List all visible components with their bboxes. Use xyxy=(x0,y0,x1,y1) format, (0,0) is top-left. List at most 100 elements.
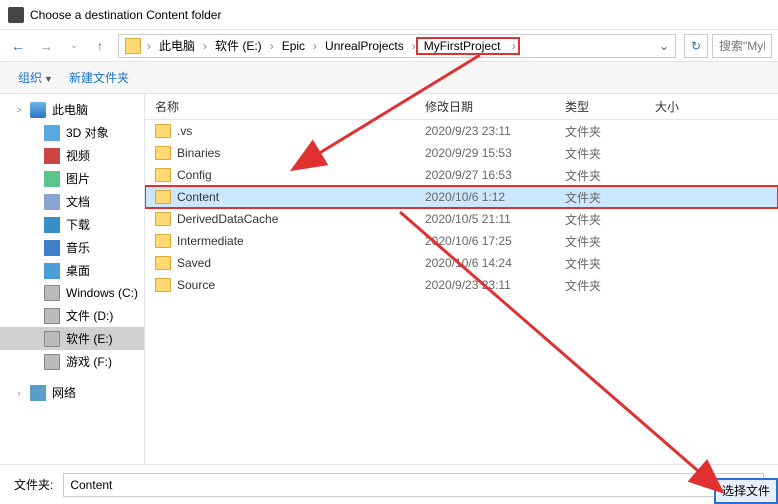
file-type: 文件夹 xyxy=(555,167,645,184)
folder-icon xyxy=(125,38,141,54)
sidebar-item-label: 文档 xyxy=(66,193,90,210)
file-date: 2020/9/23 23:11 xyxy=(415,278,555,292)
chevron-right-icon[interactable]: › xyxy=(510,39,518,53)
file-name: Source xyxy=(177,278,215,292)
recent-dropdown[interactable]: ⌄ xyxy=(62,34,86,58)
breadcrumb-highlight: MyFirstProject › xyxy=(416,37,520,55)
file-name: DerivedDataCache xyxy=(177,212,278,226)
expand-icon[interactable]: › xyxy=(14,388,24,398)
sidebar-item-label: 此电脑 xyxy=(52,101,88,118)
file-date: 2020/9/23 23:11 xyxy=(415,124,555,138)
music-icon xyxy=(44,240,60,256)
file-type: 文件夹 xyxy=(555,189,645,206)
sidebar-item[interactable]: 音乐 xyxy=(0,236,144,259)
file-type: 文件夹 xyxy=(555,145,645,162)
refresh-button[interactable]: ↻ xyxy=(684,34,708,58)
dl-icon xyxy=(44,217,60,233)
column-type[interactable]: 类型 xyxy=(555,98,645,115)
table-row[interactable]: Source 2020/9/23 23:11文件夹 xyxy=(145,274,778,296)
file-name: Content xyxy=(177,190,219,204)
sidebar-item-label: 下载 xyxy=(66,216,90,233)
sidebar-item[interactable]: 3D 对象 xyxy=(0,121,144,144)
expand-icon[interactable]: > xyxy=(14,105,24,115)
back-button[interactable]: ← xyxy=(6,34,30,58)
new-folder-button[interactable]: 新建文件夹 xyxy=(63,65,135,90)
window-title: Choose a destination Content folder xyxy=(30,8,221,22)
sidebar-item[interactable]: 视频 xyxy=(0,144,144,167)
sidebar-item[interactable]: 文档 xyxy=(0,190,144,213)
column-name[interactable]: 名称 xyxy=(145,98,415,115)
breadcrumb-item-current[interactable]: MyFirstProject xyxy=(418,39,507,53)
sidebar-item-label: 软件 (E:) xyxy=(66,330,113,347)
sidebar-item[interactable]: 软件 (E:) xyxy=(0,327,144,350)
folder-icon xyxy=(155,124,171,138)
video-icon xyxy=(44,148,60,164)
file-rows: .vs2020/9/23 23:11文件夹Binaries2020/9/29 1… xyxy=(145,120,778,464)
sidebar-item-label: 桌面 xyxy=(66,262,90,279)
drive-icon xyxy=(44,354,60,370)
breadcrumb-item[interactable]: Epic xyxy=(276,35,311,57)
search-input[interactable] xyxy=(712,34,772,58)
main-area: > 此电脑 3D 对象视频图片文档下载音乐桌面 Windows (C:) 文件 (D:)… xyxy=(0,94,778,464)
sidebar-item-label: 文件 (D:) xyxy=(66,307,113,324)
table-row[interactable]: Intermediate2020/10/6 17:25文件夹 xyxy=(145,230,778,252)
file-type: 文件夹 xyxy=(555,255,645,272)
breadcrumb-item[interactable]: UnrealProjects xyxy=(319,35,410,57)
pic-icon xyxy=(44,171,60,187)
drive-icon xyxy=(44,285,60,301)
sidebar-item-network[interactable]: ›网络 xyxy=(0,381,144,404)
folder-label: 文件夹: xyxy=(14,476,53,493)
up-button[interactable]: ↑ xyxy=(90,36,110,56)
chevron-right-icon[interactable]: › xyxy=(145,39,153,53)
column-size[interactable]: 大小 xyxy=(645,98,725,115)
forward-button[interactable]: → xyxy=(34,34,58,58)
file-name: .vs xyxy=(177,124,192,138)
select-folder-button[interactable]: 选择文件 xyxy=(714,478,778,504)
folder-icon xyxy=(155,146,171,160)
sidebar-item-label: 3D 对象 xyxy=(66,124,109,141)
desk-icon xyxy=(44,263,60,279)
breadcrumb-item[interactable]: 软件 (E:) xyxy=(209,35,268,57)
sidebar-item-label: 图片 xyxy=(66,170,90,187)
chevron-right-icon[interactable]: › xyxy=(201,39,209,53)
file-type: 文件夹 xyxy=(555,277,645,294)
sidebar-item[interactable]: 下载 xyxy=(0,213,144,236)
chevron-down-icon: ▼ xyxy=(44,74,53,84)
sidebar: > 此电脑 3D 对象视频图片文档下载音乐桌面 Windows (C:) 文件 (D:)… xyxy=(0,94,145,464)
breadcrumb[interactable]: › 此电脑 › 软件 (E:) › Epic › UnrealProjects … xyxy=(118,34,676,58)
folder-icon xyxy=(155,234,171,248)
sidebar-item[interactable]: 游戏 (F:) xyxy=(0,350,144,373)
file-date: 2020/10/6 14:24 xyxy=(415,256,555,270)
table-row[interactable]: .vs 2020/9/23 23:11文件夹 xyxy=(145,120,778,142)
sidebar-item-label: Windows (C:) xyxy=(66,286,138,300)
folder-input[interactable] xyxy=(63,473,764,497)
sidebar-item[interactable]: Windows (C:) xyxy=(0,282,144,304)
table-row[interactable]: Config2020/9/27 16:53文件夹 xyxy=(145,164,778,186)
file-type: 文件夹 xyxy=(555,123,645,140)
organize-button[interactable]: 组织▼ xyxy=(12,65,59,90)
sidebar-item[interactable]: 桌面 xyxy=(0,259,144,282)
chevron-right-icon[interactable]: › xyxy=(268,39,276,53)
cube-icon xyxy=(44,125,60,141)
doc-icon xyxy=(44,194,60,210)
breadcrumb-dropdown[interactable]: ⌄ xyxy=(655,39,673,53)
chevron-right-icon[interactable]: › xyxy=(311,39,319,53)
column-headers: 名称 修改日期 类型 大小 xyxy=(145,94,778,120)
file-name: Intermediate xyxy=(177,234,244,248)
table-row[interactable]: Binaries2020/9/29 15:53文件夹 xyxy=(145,142,778,164)
file-date: 2020/10/5 21:11 xyxy=(415,212,555,226)
sidebar-item[interactable]: > 此电脑 xyxy=(0,98,144,121)
bottom-bar: 文件夹: xyxy=(0,464,778,504)
title-bar: Choose a destination Content folder xyxy=(0,0,778,30)
table-row[interactable]: DerivedDataCache2020/10/5 21:11文件夹 xyxy=(145,208,778,230)
network-icon xyxy=(30,385,46,401)
table-row[interactable]: Saved2020/10/6 14:24文件夹 xyxy=(145,252,778,274)
pc-icon xyxy=(30,102,46,118)
sidebar-item[interactable]: 图片 xyxy=(0,167,144,190)
column-date[interactable]: 修改日期 xyxy=(415,98,555,115)
table-row[interactable]: Content2020/10/6 1:12文件夹 xyxy=(145,186,778,208)
folder-icon xyxy=(155,168,171,182)
sidebar-item[interactable]: 文件 (D:) xyxy=(0,304,144,327)
breadcrumb-item[interactable]: 此电脑 xyxy=(153,35,201,57)
file-name: Config xyxy=(177,168,212,182)
